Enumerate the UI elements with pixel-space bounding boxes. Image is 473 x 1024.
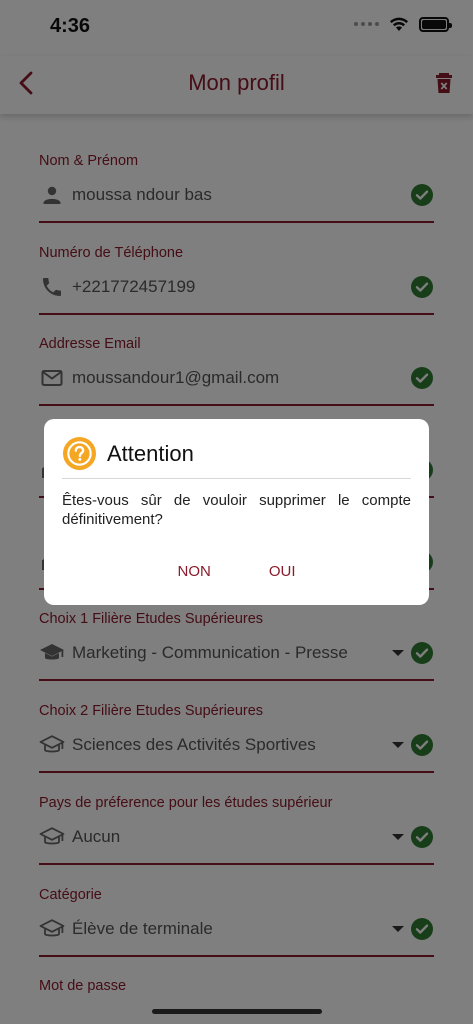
confirm-button[interactable]: OUI xyxy=(263,559,302,584)
dialog-actions: NON OUI xyxy=(44,559,429,584)
dialog-message: Êtes-vous sûr de vouloir supprimer le co… xyxy=(62,492,411,528)
dialog-header: Attention xyxy=(62,436,194,471)
dialog-title: Attention xyxy=(107,440,194,466)
question-icon xyxy=(62,436,97,471)
cancel-button[interactable]: NON xyxy=(171,559,216,584)
confirm-delete-dialog: Attention Êtes-vous sûr de vouloir suppr… xyxy=(44,419,429,605)
home-indicator xyxy=(152,1009,322,1014)
dialog-divider xyxy=(62,478,411,479)
